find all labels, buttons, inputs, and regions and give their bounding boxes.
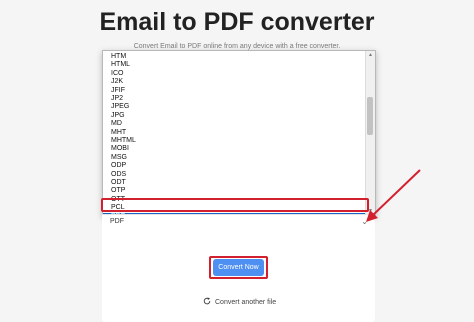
convert-another-label: Convert another file	[215, 299, 277, 306]
format-select-value: PDF	[110, 218, 124, 225]
format-option-odp[interactable]: ODP	[103, 162, 365, 170]
format-option-odt[interactable]: ODT	[103, 179, 365, 187]
format-option-jfif[interactable]: JFIF	[103, 87, 365, 95]
chevron-down-icon: ⌄	[361, 217, 368, 226]
format-dropdown-list[interactable]: HTM HTML ICO J2K JFIF JP2 JPEG JPG MD MHT MHTML MOB…	[102, 50, 376, 216]
format-option-otp[interactable]: OTP	[103, 187, 365, 195]
format-option-mht[interactable]: MHT	[103, 129, 365, 137]
scrollbar-thumb[interactable]	[367, 97, 373, 135]
convert-another-link[interactable]: Convert another file	[203, 297, 276, 306]
format-option-jpg[interactable]: JPG	[103, 112, 365, 120]
format-option-ods[interactable]: ODS	[103, 171, 365, 179]
scrollbar[interactable]: ▲ ▼	[365, 51, 375, 215]
format-option-mobi[interactable]: MOBI	[103, 145, 365, 153]
format-option-j2k[interactable]: J2K	[103, 78, 365, 86]
page: Email to PDF converter Convert Email to …	[0, 0, 474, 322]
format-option-jp2[interactable]: JP2	[103, 95, 365, 103]
page-title: Email to PDF converter	[99, 8, 375, 36]
scroll-up-icon[interactable]: ▲	[366, 51, 375, 59]
refresh-icon	[203, 297, 211, 305]
format-option-jpeg[interactable]: JPEG	[103, 103, 365, 111]
format-option-md[interactable]: MD	[103, 120, 365, 128]
page-subtitle: Convert Email to PDF online from any dev…	[133, 43, 341, 50]
format-option-ico[interactable]: ICO	[103, 70, 365, 78]
highlight-box-pdf-option	[101, 198, 369, 212]
format-option-htm[interactable]: HTM	[103, 53, 365, 61]
format-option-mhtml[interactable]: MHTML	[103, 137, 365, 145]
format-option-msg[interactable]: MSG	[103, 154, 365, 162]
convert-now-button[interactable]: Convert Now	[213, 259, 264, 276]
format-select[interactable]: PDF ⌄	[102, 214, 374, 231]
format-option-html[interactable]: HTML	[103, 61, 365, 69]
